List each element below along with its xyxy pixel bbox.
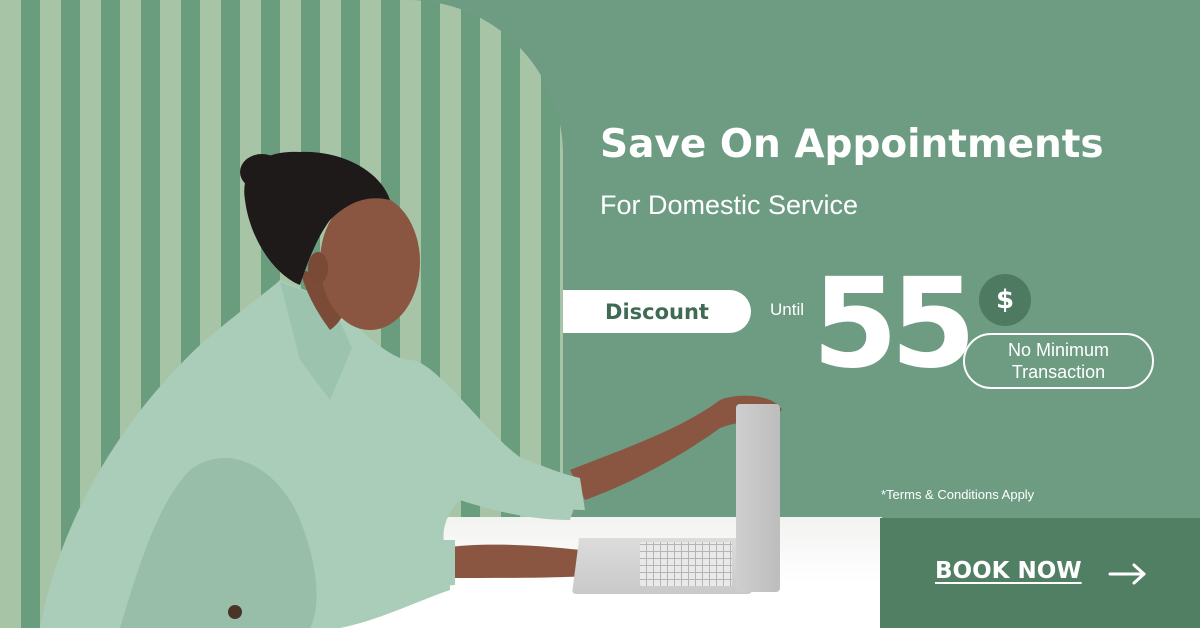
laptop-screen [736, 404, 780, 592]
promo-banner: Save On Appointments For Domestic Servic… [0, 0, 1200, 628]
book-now-label[interactable]: BOOK NOW [935, 558, 1082, 584]
discount-pill: Discount [563, 290, 751, 333]
discount-amount: 55 [812, 252, 977, 396]
hair-bun [240, 154, 284, 190]
discount-label: Discount [605, 299, 709, 324]
dollar-sign-badge: $ [979, 274, 1031, 326]
laptop-keyboard [640, 542, 732, 586]
dollar-sign-icon: $ [995, 285, 1015, 315]
subheadline: For Domestic Service [600, 190, 859, 220]
no-minimum-line1: No Minimum [1007, 340, 1109, 360]
blazer-button [228, 605, 242, 619]
book-now-button[interactable]: BOOK NOW [880, 518, 1200, 628]
no-minimum-line2: Transaction [1011, 362, 1106, 382]
ear [308, 252, 328, 284]
headline: Save On Appointments [600, 122, 1104, 167]
lower-sleeve [395, 540, 455, 590]
terms-note: *Terms & Conditions Apply [881, 487, 1035, 502]
no-minimum-pill: No Minimum Transaction [963, 333, 1154, 389]
arrow-right-icon [1108, 563, 1146, 585]
until-label: Until [770, 300, 805, 319]
